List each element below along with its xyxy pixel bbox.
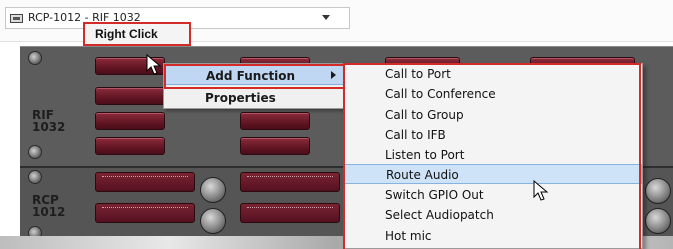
screw-icon <box>28 170 42 184</box>
panel-model-label: RIF 1032 <box>32 109 65 133</box>
panel-key-button[interactable] <box>240 112 310 130</box>
mouse-pointer-icon <box>146 54 162 75</box>
dropdown-caret-icon[interactable] <box>322 15 330 20</box>
panel-key-button[interactable] <box>240 203 340 223</box>
panel-key-button[interactable] <box>95 87 165 105</box>
menu-item-properties[interactable]: Properties <box>165 88 344 108</box>
panel-model-label: RCP 1012 <box>32 194 65 218</box>
screw-icon <box>28 51 42 65</box>
rotary-knob[interactable] <box>200 177 226 203</box>
rotary-knob[interactable] <box>200 208 226 234</box>
screw-icon <box>28 145 42 159</box>
mouse-pointer-icon <box>533 180 549 201</box>
panel-model-line-2: 1012 <box>32 205 66 219</box>
context-menu: Add Function Properties <box>163 63 347 109</box>
device-icon <box>10 14 23 23</box>
panel-key-button[interactable] <box>240 172 340 192</box>
panel-key-button[interactable] <box>95 172 195 192</box>
panel-key-button[interactable] <box>95 137 165 155</box>
panel-model-line-2: 1032 <box>32 120 66 134</box>
panel-key-button[interactable] <box>95 203 195 223</box>
panel-key-button[interactable] <box>240 137 310 155</box>
callout-label: Right Click <box>95 27 158 41</box>
rotary-knob[interactable] <box>645 208 671 234</box>
highlight-outline <box>343 63 641 249</box>
menu-item-label: Properties <box>205 91 276 105</box>
highlight-outline <box>164 64 347 89</box>
right-click-callout: Right Click <box>83 22 191 46</box>
rotary-knob[interactable] <box>645 178 671 204</box>
panel-key-button[interactable] <box>95 112 165 130</box>
